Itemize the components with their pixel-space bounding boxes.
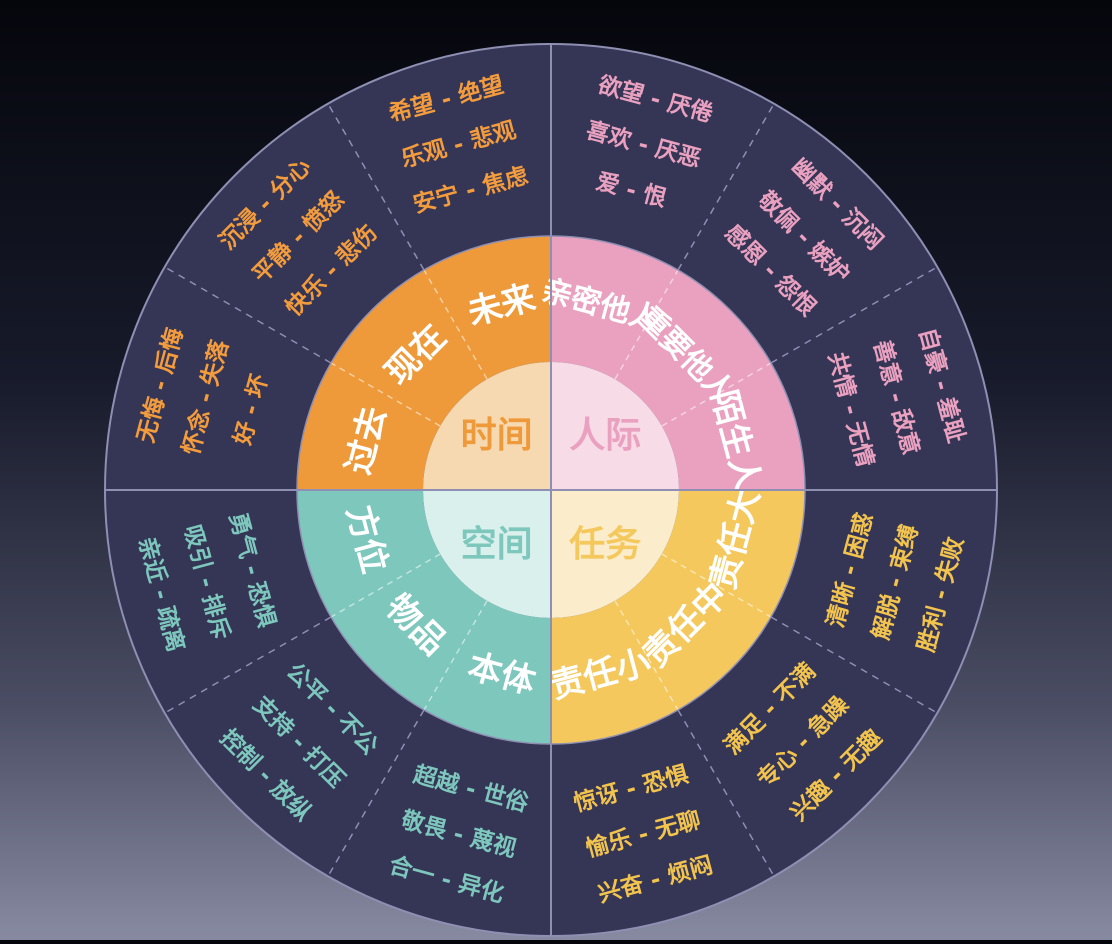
hub-label-task: 任务 [569,524,641,565]
hub-label-time: 时间 [461,415,533,456]
emotion-wheel-container: 时间 过去 现在 未来 无悔 - 后悔 怀念 - 失落好 - 坏沉浸 - 分心 平静 - 愤… [0,0,1112,940]
emotion-wheel: 时间过去现在未来无悔 - 后悔怀念 - 失落好 - 坏沉浸 - 分心平静 - 愤… [104,43,998,937]
hub-label-interpersonal: 人际 [569,415,641,456]
hub-label-space: 空间 [461,524,533,565]
